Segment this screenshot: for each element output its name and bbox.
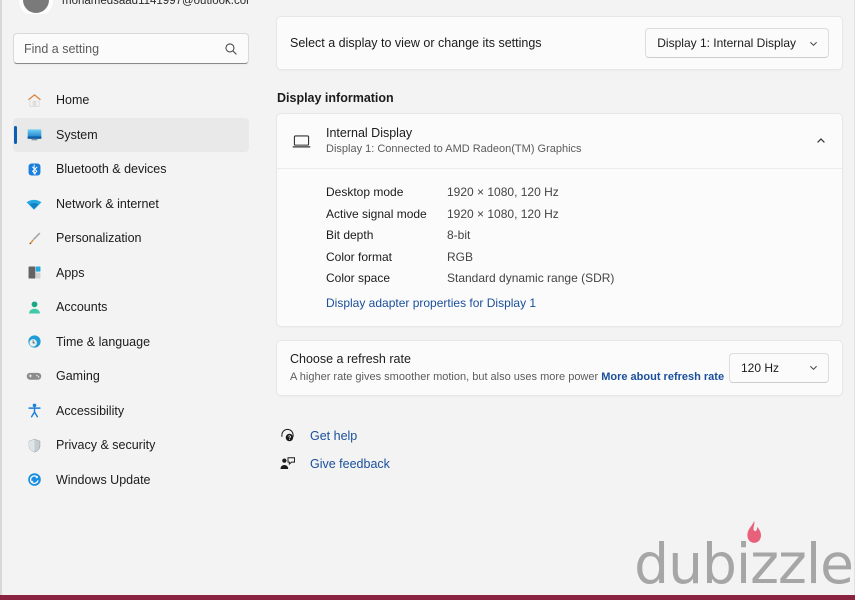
display-selector-dropdown[interactable]: Display 1: Internal Display bbox=[645, 28, 829, 58]
chevron-down-icon bbox=[808, 38, 819, 49]
give-feedback-link-row[interactable]: Give feedback bbox=[278, 450, 843, 478]
sidebar-item-label: Accessibility bbox=[56, 403, 125, 418]
internal-display-header[interactable]: Internal Display Display 1: Connected to… bbox=[277, 114, 842, 168]
sidebar-item-accessibility[interactable]: Accessibility bbox=[13, 394, 249, 428]
sidebar-item-label: Gaming bbox=[56, 369, 100, 383]
detail-key: Active signal mode bbox=[326, 206, 427, 221]
get-help-link-row[interactable]: Get help bbox=[278, 422, 843, 450]
refresh-rate-description-row: A higher rate gives smoother motion, but… bbox=[290, 369, 724, 385]
refresh-rate-title: Choose a refresh rate bbox=[290, 351, 411, 366]
select-display-banner: Select a display to view or change its s… bbox=[276, 16, 843, 70]
sidebar-item-network-internet[interactable]: Network & internet bbox=[13, 187, 249, 221]
sidebar-item-label: Apps bbox=[56, 265, 85, 280]
detail-key: Color format bbox=[326, 249, 393, 264]
bottom-bar bbox=[0, 595, 855, 600]
gamepad-icon bbox=[25, 367, 43, 385]
bluetooth-icon bbox=[25, 160, 43, 178]
chevron-up-icon[interactable] bbox=[815, 135, 827, 147]
sidebar-item-windows-update[interactable]: Windows Update bbox=[13, 463, 249, 497]
sidebar-item-label: Accounts bbox=[56, 300, 108, 314]
more-about-refresh-rate-link[interactable]: More about refresh rate bbox=[601, 371, 724, 383]
sidebar-item-home[interactable]: Home bbox=[13, 83, 249, 117]
internal-display-title: Internal Display bbox=[326, 126, 413, 140]
monitor-icon bbox=[25, 126, 43, 144]
get-help-icon bbox=[278, 427, 296, 444]
sidebar-nav: Home System Bluetooth & devices Network … bbox=[13, 83, 249, 497]
sidebar-item-label: Windows Update bbox=[56, 472, 151, 487]
detail-value: 1920 × 1080, 120 Hz bbox=[447, 206, 559, 221]
display-adapter-properties-link[interactable]: Display adapter properties for Display 1 bbox=[277, 293, 536, 314]
sidebar-item-label: Privacy & security bbox=[56, 438, 156, 452]
refresh-rate-texts: Choose a refresh rate A higher rate give… bbox=[290, 351, 724, 385]
give-feedback-label[interactable]: Give feedback bbox=[310, 457, 390, 471]
sidebar-item-system[interactable]: System bbox=[13, 117, 249, 152]
shield-icon bbox=[25, 436, 43, 454]
paintbrush-icon bbox=[25, 229, 43, 247]
sidebar-item-label: System bbox=[56, 127, 98, 142]
detail-value: Standard dynamic range (SDR) bbox=[447, 271, 615, 285]
wifi-icon bbox=[25, 195, 43, 213]
get-help-label[interactable]: Get help bbox=[310, 429, 357, 443]
refresh-rate-value: 120 Hz bbox=[741, 360, 780, 375]
account-email: mohamedsaad1141997@outlook.com bbox=[62, 0, 249, 7]
search-container bbox=[13, 33, 249, 64]
sidebar-item-privacy-security[interactable]: Privacy & security bbox=[13, 428, 249, 462]
sidebar-item-label: Personalization bbox=[56, 231, 142, 245]
detail-value: 1920 × 1080, 120 Hz bbox=[447, 185, 559, 199]
sidebar-item-label: Home bbox=[56, 93, 90, 107]
sidebar-item-gaming[interactable]: Gaming bbox=[13, 359, 249, 393]
select-display-text: Select a display to view or change its s… bbox=[290, 36, 542, 50]
person-icon bbox=[25, 298, 43, 316]
laptop-monitor-icon bbox=[290, 131, 312, 152]
display-selector-value: Display 1: Internal Display bbox=[657, 36, 796, 50]
internal-display-subtitle: Display 1: Connected to AMD Radeon(TM) G… bbox=[326, 143, 582, 155]
apps-icon bbox=[25, 264, 43, 282]
avatar bbox=[19, 0, 53, 14]
sidebar-item-personalization[interactable]: Personalization bbox=[13, 221, 249, 255]
give-feedback-icon bbox=[278, 455, 296, 472]
detail-key: Desktop mode bbox=[326, 185, 404, 199]
accessibility-icon bbox=[25, 402, 43, 420]
refresh-rate-dropdown[interactable]: 120 Hz bbox=[729, 352, 829, 383]
refresh-rate-description: A higher rate gives smoother motion, but… bbox=[290, 370, 599, 383]
home-icon bbox=[25, 91, 43, 109]
display-information-card: Internal Display Display 1: Connected to… bbox=[276, 113, 843, 327]
sidebar-item-label: Bluetooth & devices bbox=[56, 162, 167, 176]
sidebar-item-bluetooth-devices[interactable]: Bluetooth & devices bbox=[13, 152, 249, 186]
detail-key: Color space bbox=[326, 271, 391, 285]
sidebar: mohamedsaad1141997@outlook.com Find a se… bbox=[2, 0, 260, 600]
settings-window: mohamedsaad1141997@outlook.com Find a se… bbox=[0, 0, 855, 600]
detail-value: RGB bbox=[447, 249, 474, 264]
sidebar-item-apps[interactable]: Apps bbox=[13, 256, 249, 290]
sidebar-item-label: Network & internet bbox=[56, 196, 159, 211]
detail-row: Bit depth 8-bit bbox=[277, 225, 842, 247]
clock-icon bbox=[25, 333, 43, 351]
detail-row: Active signal mode 1920 × 1080, 120 Hz bbox=[277, 204, 842, 226]
display-details: Desktop mode 1920 × 1080, 120 Hz Active … bbox=[277, 169, 842, 326]
sidebar-item-time-language[interactable]: Time & language bbox=[13, 325, 249, 359]
detail-key: Bit depth bbox=[326, 228, 374, 242]
search-icon bbox=[224, 42, 238, 56]
detail-row: Desktop mode 1920 × 1080, 120 Hz bbox=[277, 182, 842, 204]
main-content: Select a display to view or change its s… bbox=[260, 0, 854, 600]
search-input[interactable] bbox=[24, 41, 224, 56]
detail-row: Color space Standard dynamic range (SDR) bbox=[277, 268, 842, 290]
detail-value: 8-bit bbox=[447, 228, 471, 242]
account-row[interactable]: mohamedsaad1141997@outlook.com bbox=[13, 0, 249, 14]
update-icon bbox=[25, 471, 43, 489]
display-information-title: Display information bbox=[277, 91, 394, 105]
footer-links: Get help Give feedback bbox=[276, 422, 843, 478]
detail-row: Color format RGB bbox=[277, 247, 842, 269]
sidebar-item-label: Time & language bbox=[56, 334, 151, 349]
sidebar-item-accounts[interactable]: Accounts bbox=[13, 290, 249, 324]
search-box[interactable] bbox=[13, 33, 249, 64]
refresh-rate-card: Choose a refresh rate A higher rate give… bbox=[276, 339, 843, 396]
chevron-down-icon bbox=[808, 362, 819, 373]
